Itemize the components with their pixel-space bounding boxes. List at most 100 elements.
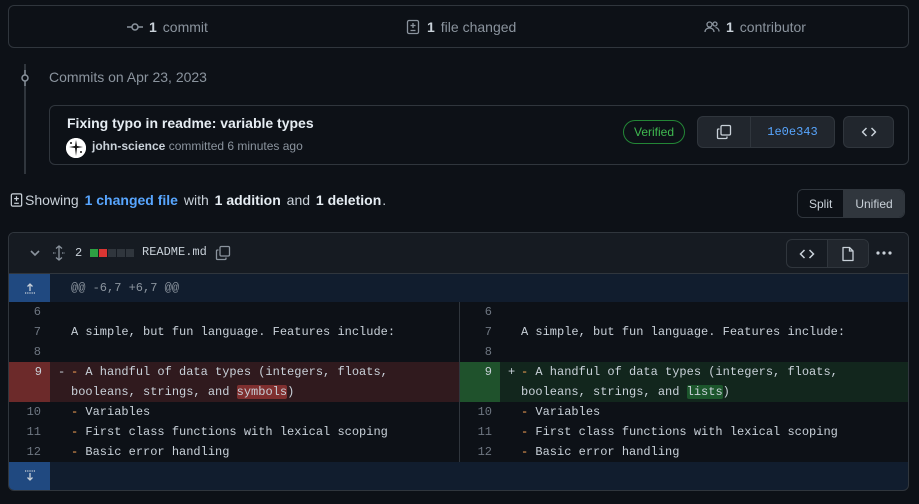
expand-all-button[interactable] <box>51 245 67 261</box>
fold-down-icon <box>22 468 38 484</box>
commit-action-text: committed 6 minutes ago <box>168 139 303 153</box>
copy-icon <box>215 245 231 261</box>
line-number[interactable]: 10 <box>9 402 49 422</box>
commit-sha-link[interactable]: 1e0e343 <box>751 117 834 147</box>
code-line: A simple, but fun language. Features inc… <box>521 325 846 339</box>
expand-down-button[interactable] <box>9 462 50 490</box>
diff-line-left: 11 - First class functions with lexical … <box>9 422 459 442</box>
diff-line-left: 6 <box>9 302 459 322</box>
code-text: A handful of data types (integers, float… <box>78 365 388 379</box>
showing-and: and <box>286 192 311 208</box>
people-icon <box>704 19 720 35</box>
diff-line-left: 12 - Basic error handling <box>9 442 459 462</box>
unified-view-button[interactable]: Unified <box>844 190 904 217</box>
file-name[interactable]: README.md <box>142 245 207 259</box>
line-number[interactable]: 10 <box>460 402 500 422</box>
line-number[interactable]: 11 <box>460 422 500 442</box>
avatar[interactable] <box>66 138 86 158</box>
additions-count: 1 addition <box>214 192 281 208</box>
code-text: Basic error handling <box>528 445 680 459</box>
files-count: 1 <box>427 18 435 35</box>
more-options-button[interactable] <box>875 245 893 261</box>
files-label: file changed <box>440 18 517 35</box>
diff-line-right: 12 - Basic error handling <box>460 442 908 462</box>
line-number[interactable]: 7 <box>460 322 500 342</box>
copy-icon <box>716 124 732 140</box>
unfold-icon <box>51 245 67 261</box>
code-line: - First class functions with lexical sco… <box>521 422 838 442</box>
diff-line-right: 7 A simple, but fun language. Features i… <box>460 322 908 342</box>
diff-view-toggle: Split Unified <box>797 189 905 218</box>
added-word: lists <box>686 385 723 399</box>
showing-prefix: Showing <box>25 192 79 208</box>
contributors-link[interactable]: 1 contributor <box>704 6 806 47</box>
commit-sha-group: 1e0e343 <box>697 116 835 148</box>
line-number[interactable]: 8 <box>9 342 49 362</box>
showing-suffix: . <box>382 192 387 208</box>
code-text: ) <box>722 385 730 399</box>
changed-files-link[interactable]: 1 changed file <box>85 192 178 208</box>
diff-line-right: 11 - First class functions with lexical … <box>460 422 908 442</box>
browse-repository-button[interactable] <box>843 116 894 148</box>
code-line: - Basic error handling <box>71 442 229 462</box>
line-number[interactable]: 11 <box>9 422 49 442</box>
verified-badge[interactable]: Verified <box>623 120 686 144</box>
line-number[interactable]: 12 <box>9 442 49 462</box>
code-text: A handful of data types (integers, float… <box>528 365 838 379</box>
diffstat-bar <box>90 249 134 257</box>
expand-up-button[interactable] <box>9 274 50 302</box>
commits-label: commit <box>162 18 208 35</box>
fold-up-icon <box>22 280 38 296</box>
copy-sha-button[interactable] <box>698 117 751 147</box>
deleted-line: 9 - - A handful of data types (integers,… <box>9 362 459 402</box>
code-icon <box>799 246 815 262</box>
code-text: First class functions with lexical scopi… <box>528 425 838 439</box>
diff-line-right: 8 <box>460 342 908 362</box>
git-commit-icon <box>17 70 33 86</box>
code-line-wrap: booleans, strings, and symbols) <box>71 382 294 402</box>
commits-count-link[interactable]: 1 commit <box>127 6 208 47</box>
diff-line-right: 6 <box>460 302 908 322</box>
rich-diff-button[interactable] <box>827 240 868 267</box>
deletions-count: 1 deletion <box>315 192 382 208</box>
showing-with: with <box>183 192 209 208</box>
source-diff-button[interactable] <box>787 240 828 267</box>
diff-sign: - <box>58 365 66 379</box>
collapse-file-button[interactable] <box>27 245 43 261</box>
files-changed-link[interactable]: 1 file changed <box>405 6 516 47</box>
diff-line-left: 10 - Variables <box>9 402 459 422</box>
commit-author-line: john-science committed 6 minutes ago <box>92 138 303 154</box>
commits-count: 1 <box>149 18 157 35</box>
commit-summary-bar: 1 commit 1 file changed 1 contributor <box>8 5 909 48</box>
contributors-count: 1 <box>726 18 734 35</box>
contributors-label: contributor <box>739 18 806 35</box>
code-text: Basic error handling <box>78 445 230 459</box>
code-line: - A handful of data types (integers, flo… <box>71 362 388 382</box>
file-icon <box>840 246 856 262</box>
file-diff-icon <box>9 192 24 208</box>
changes-count: 2 <box>75 246 83 260</box>
code-line: - Variables <box>71 402 150 422</box>
added-line: 9 + - A handful of data types (integers,… <box>460 362 908 402</box>
code-line: - Variables <box>521 402 600 422</box>
code-text: First class functions with lexical scopi… <box>78 425 388 439</box>
deleted-word: symbols <box>236 385 288 399</box>
hunk-header-row: @@ -6,7 +6,7 @@ <box>9 274 908 302</box>
line-number[interactable]: 6 <box>9 302 49 322</box>
commit-author[interactable]: john-science <box>92 139 165 153</box>
line-number[interactable]: 12 <box>460 442 500 462</box>
code-text: ) <box>287 385 295 399</box>
hunk-header: @@ -6,7 +6,7 @@ <box>71 281 180 295</box>
line-number[interactable]: 9 <box>9 362 50 402</box>
line-number[interactable]: 7 <box>9 322 49 342</box>
line-number[interactable]: 6 <box>460 302 500 322</box>
line-number[interactable]: 9 <box>460 362 500 402</box>
commit-title[interactable]: Fixing typo in readme: variable types <box>67 115 314 131</box>
code-line: A simple, but fun language. Features inc… <box>71 325 396 339</box>
code-text: booleans, strings, and <box>71 385 237 399</box>
copy-path-button[interactable] <box>215 245 231 261</box>
line-number[interactable]: 8 <box>460 342 500 362</box>
split-view-button[interactable]: Split <box>798 190 845 217</box>
commit-card: Fixing typo in readme: variable types jo… <box>49 105 909 165</box>
kebab-horizontal-icon <box>875 245 893 261</box>
